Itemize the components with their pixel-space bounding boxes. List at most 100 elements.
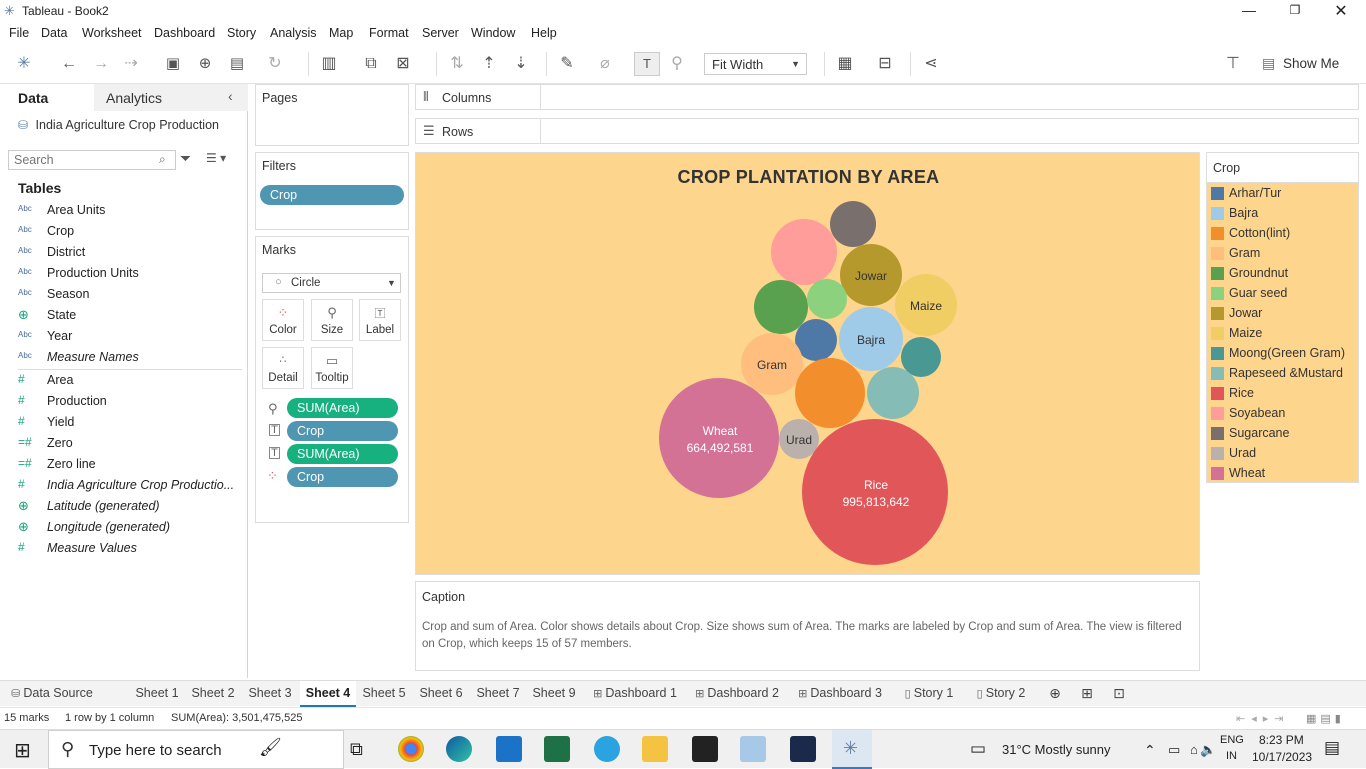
fit-dropdown[interactable]: Fit Width ▼: [704, 53, 807, 75]
sort-descending-icon[interactable]: ⇣: [510, 54, 532, 74]
columns-shelf[interactable]: ⦀ Columns: [415, 84, 1359, 110]
legend-item[interactable]: Gram: [1211, 245, 1357, 263]
marks-size-button[interactable]: ⚲ Size: [311, 299, 353, 341]
bubble-chart[interactable]: Jowar Maize Bajra Gram Urad Wheat 664,49…: [416, 153, 1201, 576]
legend-item[interactable]: Arhar/Tur: [1211, 185, 1357, 203]
legend-item[interactable]: Urad: [1211, 445, 1357, 463]
task-view-icon[interactable]: ⧉: [350, 739, 363, 760]
legend-item[interactable]: Rapeseed &Mustard: [1211, 365, 1357, 383]
tab-analytics[interactable]: Analytics ‹: [94, 84, 248, 111]
field-item[interactable]: Abc Season: [18, 286, 243, 304]
save-icon[interactable]: ▣: [162, 54, 184, 74]
menu-dashboard[interactable]: Dashboard: [154, 26, 215, 40]
tab-sheet-7[interactable]: Sheet 7: [472, 681, 524, 707]
telegram-icon[interactable]: [594, 736, 620, 762]
datasource-item[interactable]: ⛁ India Agriculture Crop Production: [18, 118, 219, 132]
app-icon[interactable]: [790, 736, 816, 762]
tab-sheet-2[interactable]: Sheet 2: [188, 681, 238, 707]
windows-start-icon[interactable]: ⊞: [14, 738, 31, 763]
tab-sheet-9[interactable]: Sheet 9: [528, 681, 580, 707]
field-item[interactable]: ⊕ Latitude (generated): [18, 498, 243, 516]
file-explorer-icon[interactable]: [642, 736, 668, 762]
menu-window[interactable]: Window: [471, 26, 515, 40]
field-item[interactable]: ⊕ Longitude (generated): [18, 519, 243, 537]
viz-canvas[interactable]: CROP PLANTATION BY AREA Jowar Maize Bajr…: [415, 152, 1200, 575]
chevron-up-icon[interactable]: ⌃: [1144, 742, 1156, 759]
bubble-wheat[interactable]: [659, 378, 779, 498]
field-item[interactable]: Abc Production Units: [18, 265, 243, 283]
duplicate-icon[interactable]: ⧉: [360, 54, 382, 74]
tab-sheet-4[interactable]: Sheet 4: [300, 681, 356, 707]
field-item[interactable]: # Area: [18, 372, 243, 390]
bubble-rice[interactable]: [802, 419, 948, 565]
tableau-home-icon[interactable]: ✳: [13, 54, 35, 74]
bubble-soyabean[interactable]: [771, 219, 837, 285]
bubble-rapeseed[interactable]: [867, 367, 919, 419]
new-story-icon[interactable]: ⊡: [1108, 681, 1130, 707]
tab-sheet-6[interactable]: Sheet 6: [415, 681, 467, 707]
field-item[interactable]: # Production: [18, 393, 243, 411]
legend-item[interactable]: Groundnut: [1211, 265, 1357, 283]
refresh-icon[interactable]: ↻: [264, 54, 286, 74]
new-worksheet-icon[interactable]: ▥: [318, 54, 340, 74]
chrome-icon[interactable]: [398, 736, 424, 762]
filter-fields-icon[interactable]: ⏷: [180, 150, 191, 167]
redo-icon[interactable]: →: [90, 54, 112, 74]
field-item[interactable]: # Yield: [18, 414, 243, 432]
tableau-taskbar-icon[interactable]: ✳: [832, 730, 872, 769]
marks-detail-button[interactable]: ∴ Detail: [262, 347, 304, 389]
tab-dashboard-3[interactable]: ⊞ Dashboard 3: [793, 681, 887, 707]
collapse-pane-icon[interactable]: ‹: [228, 88, 233, 104]
menu-file[interactable]: File: [9, 26, 29, 40]
field-item[interactable]: # Measure Values: [18, 540, 243, 558]
excel-icon[interactable]: [544, 736, 570, 762]
legend-item[interactable]: Rice: [1211, 385, 1357, 403]
taskbar-search[interactable]: ⚲ Type here to search 🖌: [48, 730, 344, 769]
field-item[interactable]: Abc Measure Names: [18, 349, 243, 367]
language-code[interactable]: ENG: [1220, 734, 1244, 746]
tab-story-1[interactable]: ▯ Story 1: [898, 681, 960, 707]
new-dashboard-icon[interactable]: ⊞: [1076, 681, 1098, 707]
presentation-mode-icon[interactable]: ⊟: [874, 54, 896, 74]
marks-color-button[interactable]: ⁘ Color: [262, 299, 304, 341]
legend-item[interactable]: Guar seed: [1211, 285, 1357, 303]
mail-icon[interactable]: [496, 736, 522, 762]
show-labels-icon[interactable]: T: [634, 52, 660, 76]
rows-shelf[interactable]: ☰ Rows: [415, 118, 1359, 144]
clear-sheet-icon[interactable]: ⊠: [392, 54, 414, 74]
field-item[interactable]: Abc Year: [18, 328, 243, 346]
replay-icon[interactable]: ⇢: [120, 54, 142, 74]
network-icon[interactable]: ⌂: [1190, 742, 1198, 757]
tab-sheet-5[interactable]: Sheet 5: [358, 681, 410, 707]
tab-sheet-1[interactable]: Sheet 1: [132, 681, 182, 707]
menu-map[interactable]: Map: [329, 26, 353, 40]
show-me-button[interactable]: ▤ Show Me: [1262, 55, 1352, 75]
field-item[interactable]: Abc Area Units: [18, 202, 243, 220]
group-icon[interactable]: ⌀: [594, 54, 616, 74]
marks-tooltip-button[interactable]: ▭ Tooltip: [311, 347, 353, 389]
tab-dashboard-2[interactable]: ⊞ Dashboard 2: [690, 681, 784, 707]
marks-label-button[interactable]: 🅃 Label: [359, 299, 401, 341]
restore-icon[interactable]: ❐: [1272, 3, 1318, 21]
legend-item[interactable]: Wheat: [1211, 465, 1357, 483]
menu-server[interactable]: Server: [422, 26, 459, 40]
field-item[interactable]: Abc Crop: [18, 223, 243, 241]
terminal-icon[interactable]: [692, 736, 718, 762]
undo-icon[interactable]: ←: [58, 54, 80, 74]
legend-item[interactable]: Moong(Green Gram): [1211, 345, 1357, 363]
menu-analysis[interactable]: Analysis: [270, 26, 317, 40]
volume-icon[interactable]: 🔈: [1200, 742, 1216, 758]
bubble-cotton[interactable]: [795, 358, 865, 428]
share-icon[interactable]: ⋖: [920, 54, 942, 74]
fix-axes-icon[interactable]: ⚲: [666, 54, 688, 74]
clock-time[interactable]: 8:23 PM: [1259, 733, 1304, 747]
field-item[interactable]: =# Zero line: [18, 456, 243, 474]
tab-dashboard-1[interactable]: ⊞ Dashboard 1: [588, 681, 682, 707]
notifications-icon[interactable]: ▤: [1324, 738, 1340, 758]
bubble-guar-seed[interactable]: [807, 279, 847, 319]
bubble-sugarcane[interactable]: [830, 201, 876, 247]
field-item[interactable]: ⊕ State: [18, 307, 243, 325]
field-item[interactable]: =# Zero: [18, 435, 243, 453]
field-item[interactable]: # India Agriculture Crop Productio...: [18, 477, 243, 495]
tab-sheet-3[interactable]: Sheet 3: [244, 681, 296, 707]
